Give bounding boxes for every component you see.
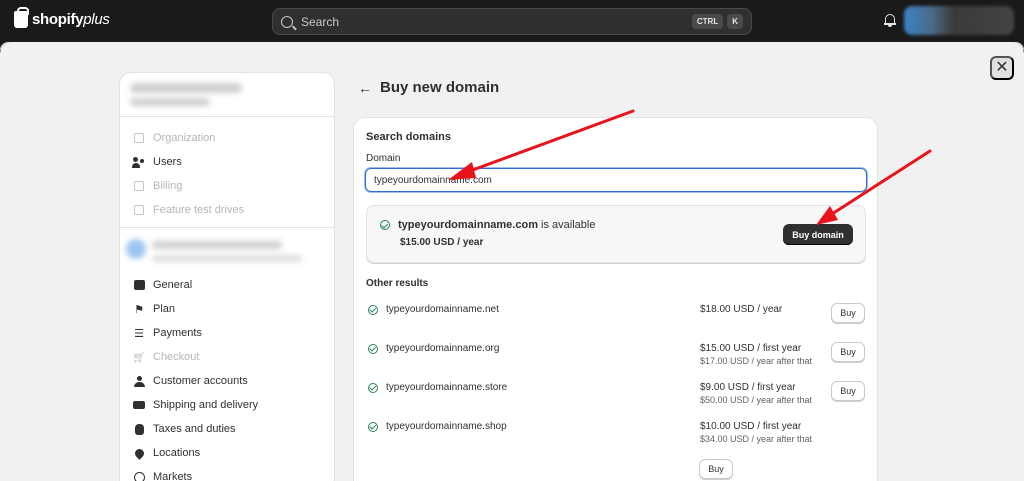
clipboard-icon — [133, 204, 145, 216]
sidebar-item-taxes[interactable]: Taxes and duties — [133, 420, 236, 438]
result-row: typeyourdomainname.net $18.00 USD / year — [368, 304, 868, 334]
person-icon — [133, 375, 145, 387]
global-search-bar[interactable]: Search CTRL K — [272, 8, 752, 35]
logo-text: shopify — [32, 11, 84, 28]
domain-search-input[interactable] — [365, 168, 867, 192]
close-modal-button[interactable]: ✕ — [990, 56, 1014, 80]
result-price: $10.00 USD / first year — [700, 421, 802, 432]
result-renewal-price: $17.00 USD / year after that — [700, 356, 813, 366]
result-price: $15.00 USD / first year — [700, 343, 802, 354]
sidebar-item-label: Users — [153, 156, 182, 168]
card-title: Search domains — [366, 131, 451, 143]
sidebar-item-organization[interactable]: Organization — [133, 129, 215, 147]
sidebar-item-general[interactable]: General — [133, 276, 192, 294]
availability-text: is available — [541, 219, 596, 231]
result-price: $9.00 USD / first year — [700, 382, 796, 393]
result-domain: typeyourdomainname.org — [386, 343, 500, 354]
result-domain: typeyourdomainname.net — [386, 304, 499, 315]
check-circle-icon — [368, 304, 378, 315]
top-bar: shopifyplus Search CTRL K — [0, 0, 1024, 42]
buy-button[interactable]: Buy — [831, 342, 865, 362]
buy-domain-button[interactable]: Buy domain — [783, 224, 853, 245]
flag-icon: ⚑ — [134, 303, 144, 316]
shopify-plus-logo[interactable]: shopifyplus — [14, 7, 110, 28]
result-row: typeyourdomainname.store $9.00 USD / fir… — [368, 382, 868, 412]
sidebar-item-markets[interactable]: Markets — [133, 468, 192, 481]
other-results-title: Other results — [366, 278, 429, 289]
logo-plus-text: plus — [83, 11, 110, 28]
buy-button[interactable]: Buy — [699, 459, 733, 479]
truck-icon — [133, 399, 145, 411]
account-menu-blurred[interactable] — [904, 6, 1014, 35]
shortcut-key-ctrl: CTRL — [691, 14, 724, 29]
store-icon — [133, 279, 145, 291]
result-price: $18.00 USD / year — [700, 304, 783, 315]
blurred-org-detail — [130, 98, 210, 106]
sidebar-item-label: Plan — [153, 303, 176, 315]
sidebar-item-label: General — [153, 279, 193, 291]
sidebar-item-label: Checkout — [153, 351, 200, 363]
sidebar-item-locations[interactable]: Locations — [132, 444, 201, 462]
sidebar-item-label: Billing — [153, 180, 183, 192]
result-domain: typeyourdomainname.shop — [386, 421, 507, 432]
available-domain-name: typeyourdomainname.com — [398, 219, 538, 231]
page-header: ← Buy new domain — [358, 79, 499, 96]
search-placeholder: Search — [301, 14, 340, 29]
buy-button[interactable]: Buy — [831, 303, 865, 323]
globe-icon — [133, 471, 145, 481]
result-domain: typeyourdomainname.store — [386, 382, 508, 393]
shortcut-key-k: K — [727, 14, 743, 29]
payments-icon: ☰ — [134, 327, 144, 340]
check-circle-icon — [368, 343, 378, 354]
building-icon — [133, 132, 145, 144]
sidebar-item-shipping[interactable]: Shipping and delivery — [133, 396, 258, 414]
domain-field-label: Domain — [366, 153, 401, 164]
check-circle-icon — [380, 220, 390, 230]
sidebar-item-billing[interactable]: Billing — [133, 177, 182, 195]
sidebar-item-users[interactable]: Users — [132, 153, 182, 171]
sidebar-item-label: Payments — [153, 327, 202, 339]
check-circle-icon — [368, 421, 378, 432]
blurred-org-name — [130, 83, 242, 93]
sidebar-item-customer-accounts[interactable]: Customer accounts — [133, 372, 248, 390]
sidebar-item-label: Customer accounts — [153, 375, 248, 387]
check-circle-icon — [368, 382, 378, 393]
page-title: Buy new domain — [380, 79, 500, 96]
available-domain-box: typeyourdomainname.com is available $15.… — [366, 205, 866, 263]
sidebar-item-feature-test-drives[interactable]: Feature test drives — [133, 201, 244, 219]
search-icon — [281, 15, 293, 28]
search-domains-card: Search domains Domain typeyourdomainname… — [353, 117, 878, 481]
location-pin-icon — [132, 446, 146, 460]
result-row: typeyourdomainname.org $15.00 USD / firs… — [368, 343, 868, 373]
buy-button[interactable]: Buy — [831, 381, 865, 401]
sidebar-item-label: Taxes and duties — [153, 423, 236, 435]
blurred-store-avatar — [126, 239, 146, 259]
result-row: typeyourdomainname.shop $10.00 USD / fir… — [368, 421, 868, 451]
cart-icon: 🛒︎ — [132, 351, 146, 364]
sidebar-item-checkout[interactable]: 🛒︎ Checkout — [132, 348, 200, 366]
sidebar-item-label: Shipping and delivery — [153, 399, 259, 411]
receipt-icon — [133, 180, 145, 192]
sidebar-divider — [120, 227, 334, 228]
tax-bag-icon — [133, 423, 145, 435]
settings-sidebar: Organization Users Billing Feature test … — [119, 72, 335, 481]
blurred-store-name — [152, 241, 282, 249]
result-renewal-price: $34.00 USD / year after that — [700, 434, 813, 444]
shopping-bag-icon — [14, 7, 29, 28]
sidebar-divider — [120, 116, 334, 117]
sidebar-item-label: Feature test drives — [153, 204, 245, 216]
sidebar-item-label: Markets — [153, 471, 193, 481]
result-renewal-price: $50.00 USD / year after that — [700, 395, 813, 405]
users-icon — [132, 156, 145, 168]
sidebar-item-plan[interactable]: ⚑ Plan — [133, 300, 175, 318]
sidebar-item-label: Organization — [153, 132, 216, 144]
back-arrow-icon[interactable]: ← — [358, 80, 372, 96]
sidebar-item-payments[interactable]: ☰ Payments — [133, 324, 202, 342]
blurred-store-url — [152, 255, 302, 262]
bell-icon[interactable] — [884, 14, 896, 27]
sidebar-item-label: Locations — [153, 447, 201, 459]
available-domain-price: $15.00 USD / year — [400, 237, 484, 248]
